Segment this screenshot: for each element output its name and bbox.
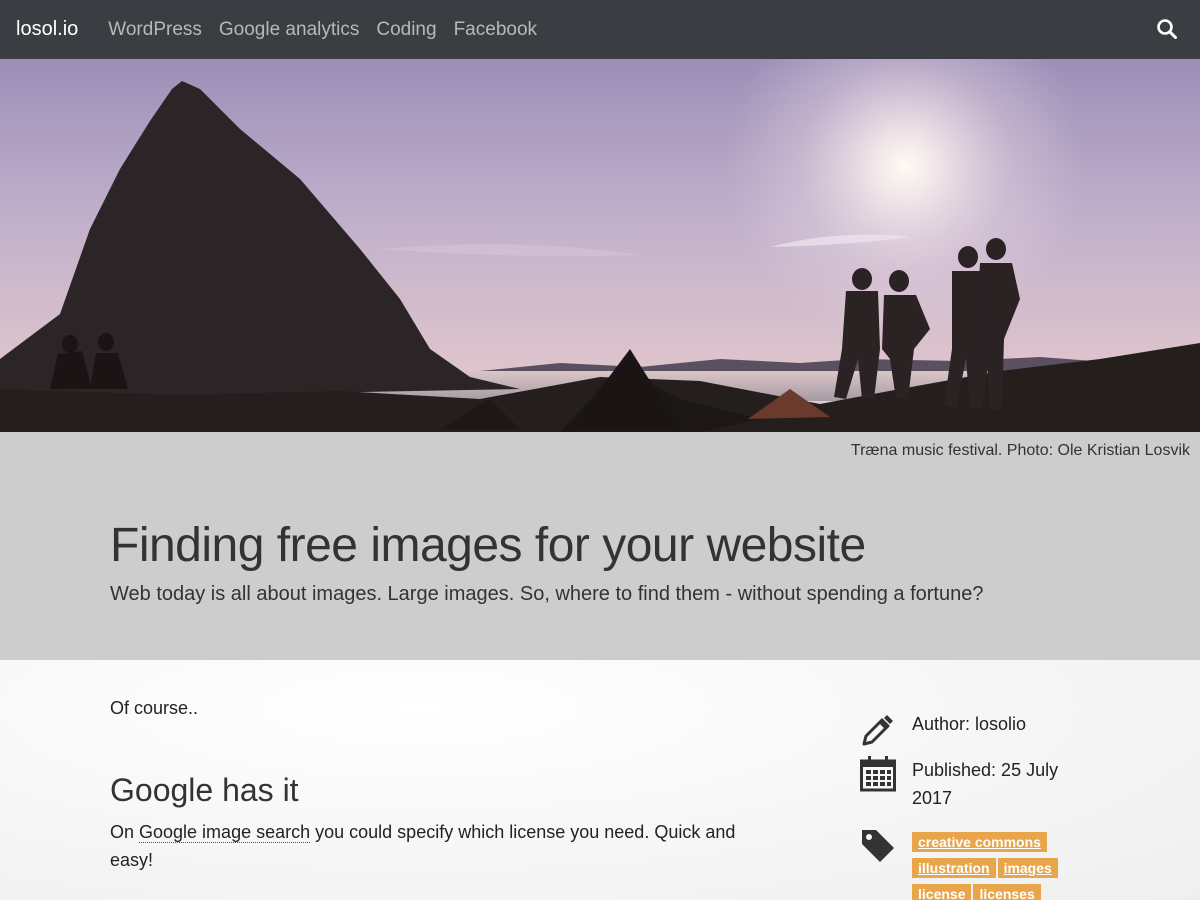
search-icon[interactable]	[1156, 18, 1178, 40]
article-content: Of course.. Google has it On Google imag…	[0, 660, 1200, 900]
nav-link-wordpress[interactable]: WordPress	[108, 19, 202, 41]
hero-photo	[0, 59, 1200, 432]
tag-licenses[interactable]: licenses	[973, 884, 1041, 900]
paragraph-text-before: On	[110, 822, 140, 842]
title-band: Træna music festival. Photo: Ole Kristia…	[0, 432, 1200, 660]
intro-text: Of course..	[110, 698, 199, 718]
page-title: Finding free images for your website	[110, 519, 866, 572]
google-image-search-link[interactable]: Google image search	[139, 822, 311, 843]
tag-list: creative commons illustration images lice…	[912, 832, 1112, 900]
main-nav: WordPress Google analytics Coding Facebo…	[108, 19, 554, 41]
nav-link-facebook[interactable]: Facebook	[454, 19, 537, 41]
section-heading: Google has it	[110, 772, 299, 808]
calendar-icon	[860, 756, 896, 797]
published-meta: Published: 25 July 2017	[912, 760, 1059, 808]
tag-license[interactable]: license	[912, 884, 972, 900]
page-subtitle: Web today is all about images. Large ima…	[110, 583, 984, 605]
author-meta: Author: losolio	[912, 714, 1027, 734]
nav-link-coding[interactable]: Coding	[376, 19, 436, 41]
tag-images[interactable]: images	[997, 858, 1058, 878]
tag-creative-commons[interactable]: creative commons	[912, 832, 1047, 852]
tag-icon	[860, 828, 896, 869]
tag-illustration[interactable]: illustration	[912, 858, 996, 878]
brand-logo-link[interactable]: losol.io	[16, 18, 78, 41]
top-navbar: losol.io WordPress Google analytics Codi…	[0, 0, 1200, 59]
pencil-icon	[860, 712, 894, 751]
article-paragraph: On Google image search you could specify…	[110, 818, 750, 874]
photo-caption: Træna music festival. Photo: Ole Kristia…	[850, 442, 1190, 459]
nav-link-google-analytics[interactable]: Google analytics	[219, 19, 359, 41]
